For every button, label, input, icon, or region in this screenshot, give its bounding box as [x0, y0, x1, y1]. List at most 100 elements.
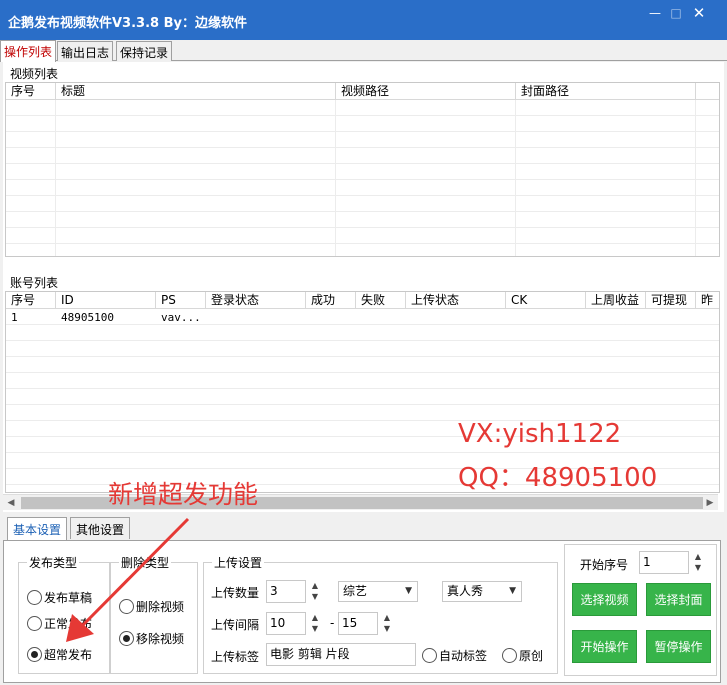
tab-basic-settings[interactable]: 基本设置	[7, 517, 68, 541]
upload-tags-input[interactable]: 电影 剪辑 片段	[266, 643, 416, 666]
spin-down-icon[interactable]: ▼	[691, 562, 705, 573]
column-header[interactable]: 序号	[6, 83, 56, 100]
spin-up-icon[interactable]: ▲	[691, 551, 705, 562]
chevron-down-icon: ▼	[405, 586, 412, 596]
column-header[interactable]: 封面路径	[516, 83, 696, 100]
interval-separator: -	[330, 616, 335, 630]
radio-remove-video[interactable]: 移除视频	[119, 630, 184, 647]
radio-label: 删除视频	[136, 600, 185, 614]
radio-label: 超常发布	[44, 648, 93, 662]
account-list-header: 序号 ID PS 登录状态 成功 失败 上传状态 CK 上周收益 可提现 昨	[6, 292, 719, 309]
interval-min-stepper[interactable]: ▲ ▼	[308, 612, 322, 635]
column-header[interactable]: 视频路径	[336, 83, 516, 100]
minimize-button[interactable]: —	[646, 5, 664, 21]
original-option[interactable]: 原创	[502, 647, 543, 664]
column-header[interactable]: 序号	[6, 292, 56, 309]
radio-publish-draft[interactable]: 发布草稿	[27, 589, 92, 606]
radio-publish-normal[interactable]: 正常发布	[27, 615, 92, 632]
radio-label: 原创	[519, 649, 544, 663]
column-header[interactable]: CK	[506, 292, 586, 309]
video-list-label: 视频列表	[10, 67, 59, 81]
column-header[interactable]: 登录状态	[206, 292, 306, 309]
tab-operation-list[interactable]: 操作列表	[0, 40, 57, 62]
interval-max-input[interactable]: 15	[338, 612, 378, 635]
tab-saved-records[interactable]: 保持记录	[116, 41, 173, 61]
table-row[interactable]	[6, 374, 719, 389]
column-header[interactable]: PS	[156, 292, 206, 309]
upload-count-stepper[interactable]: ▲ ▼	[308, 580, 322, 603]
upload-settings-label: 上传设置	[214, 556, 263, 570]
basic-settings-panel: 发布类型 发布草稿 正常发布 超常发布 删除类型 删除视频 移除视频 上传设置 …	[3, 540, 721, 683]
upload-count-input[interactable]: 3	[266, 580, 306, 603]
radio-icon	[27, 616, 42, 631]
tab-other-settings[interactable]: 其他设置	[70, 517, 131, 539]
contact-vx: VX:yish1122	[458, 419, 622, 449]
spin-down-icon[interactable]: ▼	[380, 623, 394, 634]
table-row[interactable]	[6, 342, 719, 357]
auto-tag-option[interactable]: 自动标签	[422, 647, 487, 664]
delete-type-label: 删除类型	[121, 556, 170, 570]
subcategory-value: 真人秀	[447, 584, 484, 598]
chevron-down-icon: ▼	[509, 586, 516, 596]
radio-label: 自动标签	[439, 649, 488, 663]
video-list-header: 序号 标题 视频路径 封面路径	[6, 83, 719, 100]
spin-down-icon[interactable]: ▼	[308, 623, 322, 634]
start-index-stepper[interactable]: ▲ ▼	[691, 551, 705, 574]
interval-max-stepper[interactable]: ▲ ▼	[380, 612, 394, 635]
upload-count-label: 上传数量	[211, 586, 260, 600]
table-row[interactable]	[6, 133, 719, 148]
video-list-table[interactable]: 序号 标题 视频路径 封面路径	[5, 82, 720, 257]
interval-min-input[interactable]: 10	[266, 612, 306, 635]
table-row[interactable]	[6, 229, 719, 244]
scroll-right-icon[interactable]: ▶	[702, 495, 718, 511]
table-row[interactable]	[6, 213, 719, 228]
start-index-input[interactable]: 1	[639, 551, 689, 574]
maximize-button[interactable]: □	[667, 5, 685, 21]
upload-interval-label: 上传间隔	[211, 618, 260, 632]
spin-up-icon[interactable]: ▲	[308, 580, 322, 591]
table-row[interactable]	[6, 117, 719, 132]
column-header[interactable]: 昨	[696, 292, 719, 309]
table-row[interactable]: 1 48905100 vav...	[6, 310, 719, 325]
column-header[interactable]: 上周收益	[586, 292, 646, 309]
tab-output-log[interactable]: 输出日志	[57, 41, 114, 61]
spin-up-icon[interactable]: ▲	[380, 612, 394, 623]
radio-label: 正常发布	[44, 617, 93, 631]
table-row[interactable]	[6, 390, 719, 405]
category-select[interactable]: 综艺 ▼	[338, 581, 418, 602]
table-row[interactable]	[6, 245, 719, 256]
column-header[interactable]: 标题	[56, 83, 336, 100]
table-row[interactable]	[6, 165, 719, 180]
table-row[interactable]	[6, 197, 719, 212]
table-row[interactable]	[6, 326, 719, 341]
table-row[interactable]	[6, 101, 719, 116]
subcategory-select[interactable]: 真人秀 ▼	[442, 581, 522, 602]
spin-down-icon[interactable]: ▼	[308, 591, 322, 602]
radio-delete-video[interactable]: 删除视频	[119, 598, 184, 615]
select-cover-button[interactable]: 选择封面	[646, 583, 711, 616]
publish-type-label: 发布类型	[29, 556, 78, 570]
radio-icon	[422, 648, 437, 663]
start-index-label: 开始序号	[580, 558, 629, 572]
operation-panel: 视频列表 序号 标题 视频路径 封面路径 账号列表 序号 ID PS 登录状态 …	[3, 62, 724, 512]
column-header[interactable]: 成功	[306, 292, 356, 309]
radio-icon	[502, 648, 517, 663]
pause-operation-button[interactable]: 暂停操作	[646, 630, 711, 663]
radio-publish-super[interactable]: 超常发布	[27, 646, 92, 663]
column-header[interactable]: 可提现	[646, 292, 696, 309]
main-tab-bar: 操作列表 输出日志 保持记录	[0, 40, 727, 62]
close-button[interactable]: ✕	[690, 5, 708, 21]
column-header[interactable]: 上传状态	[406, 292, 506, 309]
row-ps: vav...	[161, 311, 201, 324]
table-row[interactable]	[6, 181, 719, 196]
select-video-button[interactable]: 选择视频	[572, 583, 637, 616]
spin-up-icon[interactable]: ▲	[308, 612, 322, 623]
radio-selected-icon	[119, 631, 134, 646]
table-row[interactable]	[6, 149, 719, 164]
column-header[interactable]: ID	[56, 292, 156, 309]
column-header[interactable]: 失败	[356, 292, 406, 309]
upload-tags-label: 上传标签	[211, 650, 260, 664]
scroll-left-icon[interactable]: ◀	[3, 495, 19, 511]
start-operation-button[interactable]: 开始操作	[572, 630, 637, 663]
table-row[interactable]	[6, 358, 719, 373]
